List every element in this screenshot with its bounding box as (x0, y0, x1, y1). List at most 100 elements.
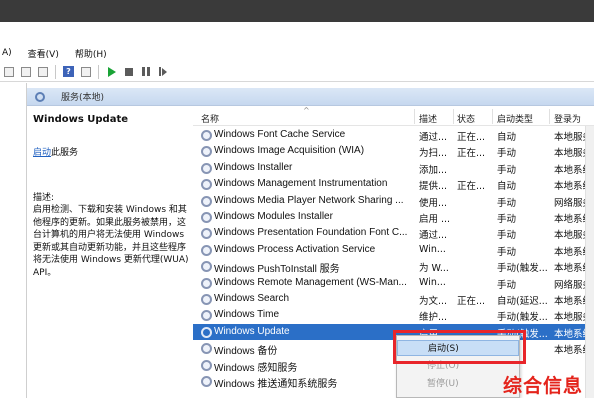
description-label: 描述: (33, 193, 55, 203)
sort-chevron-icon: ^ (303, 106, 310, 115)
window-titlebar (0, 0, 594, 22)
service-row[interactable]: Windows Time 维护... 手动(触发... 本地服务 (193, 307, 594, 323)
column-divider (414, 109, 415, 124)
service-name: Windows Process Activation Service (214, 243, 376, 255)
services-header-label: 服务(本地) (61, 93, 105, 103)
service-row[interactable]: Windows Modules Installer 启用 ... 手动 本地系统 (193, 209, 594, 225)
service-name: Windows Time (214, 309, 280, 321)
gear-icon (201, 179, 212, 191)
service-row[interactable]: Windows PushToInstall 服务为 W... 手动(触发... 本地… (193, 258, 594, 276)
service-description: 通过... (419, 132, 448, 143)
service-row[interactable]: Windows Process Activation Service Win...… (193, 242, 594, 258)
services-header: 服务(本地) (27, 88, 594, 106)
service-name: Windows 推送通知系统服务 (214, 379, 338, 390)
menu-view[interactable]: 查看(V) (28, 47, 59, 60)
start-service-line: 启动此服务 (33, 145, 193, 158)
service-name: Windows Update (214, 325, 290, 337)
gear-icon (201, 359, 212, 371)
restart-icon[interactable] (156, 65, 169, 78)
service-name: Windows Media Player Network Sharing ... (214, 194, 404, 206)
service-description: Win... (419, 243, 446, 255)
service-row[interactable]: Windows Remote Management (WS-Man... Win.… (193, 275, 594, 291)
column-name[interactable]: 名称 (201, 112, 219, 125)
start-icon[interactable] (105, 65, 118, 78)
column-description[interactable]: 描述 (419, 112, 437, 125)
service-row[interactable]: Windows Font Cache Service 通过... 正在... 自动 本地… (193, 127, 594, 143)
service-status: 正在... (457, 148, 486, 160)
column-logon-as[interactable]: 登录为 (554, 112, 581, 125)
service-name: Windows Font Cache Service (214, 129, 346, 140)
gear-icon (201, 146, 212, 158)
service-startup-type: 自动(延迟... (497, 296, 548, 307)
service-startup-type: 手动 (497, 164, 517, 176)
context-pause: 暂停(U) (427, 379, 459, 389)
console-tree-pane (0, 83, 27, 398)
service-name: Windows 感知服务 (214, 362, 298, 374)
service-name: Windows Management Instrumentation (214, 178, 388, 190)
gear-icon (201, 376, 212, 387)
forward-icon[interactable] (19, 65, 32, 78)
service-row[interactable]: Windows Management Instrumentation 提供... 正… (193, 176, 594, 192)
pause-icon[interactable] (139, 65, 152, 78)
service-name: Windows 备份 (214, 346, 278, 358)
properties-icon[interactable] (36, 65, 49, 78)
start-service-suffix: 此服务 (51, 148, 79, 158)
service-name: Windows Image Acquisition (WIA) (214, 145, 365, 157)
gear-icon (201, 212, 212, 223)
gear-icon (201, 195, 212, 207)
gear-icon (201, 277, 212, 289)
service-description: 通过... (419, 230, 448, 242)
service-startup-type: 手动(触发... (497, 263, 548, 275)
service-description: 添加... (419, 164, 448, 176)
service-name: Windows Remote Management (WS-Man... (214, 276, 407, 288)
service-startup-type: 手动 (497, 279, 517, 291)
toolbar-separator (55, 64, 56, 79)
service-row[interactable]: Windows Presentation Foundation Font C..… (193, 225, 594, 241)
service-startup-type: 手动 (497, 246, 517, 258)
gear-icon (201, 310, 212, 322)
gear-icon (201, 228, 212, 240)
gear-icon (201, 343, 212, 355)
service-description: 维护... (419, 312, 448, 324)
service-status: 正在... (457, 132, 486, 143)
service-description: Win... (419, 276, 446, 288)
service-name: Windows PushToInstall 服务 (214, 264, 340, 276)
menu-action[interactable]: A) (2, 48, 12, 58)
toolbar: ? (0, 62, 594, 82)
service-startup-type: 自动 (497, 132, 517, 143)
column-divider (549, 109, 550, 124)
menu-bar: A) 查看(V) 帮助(H) (0, 45, 594, 61)
vertical-scrollbar[interactable] (585, 126, 594, 398)
description-pane: Windows Update 启动此服务 描述: 启用检测、下载和安装 Wind… (27, 106, 193, 398)
highlight-box (393, 330, 526, 364)
column-divider (492, 109, 493, 124)
service-name: Windows Installer (214, 161, 293, 173)
service-startup-type: 自动 (497, 181, 517, 193)
service-row[interactable]: Windows Installer 添加... 手动 本地系统 (193, 160, 594, 176)
service-description: 为扫... (419, 148, 448, 160)
menu-help[interactable]: 帮助(H) (75, 47, 107, 60)
service-description: 启用 ... (419, 214, 451, 225)
gear-icon (201, 261, 212, 273)
column-startup-type[interactable]: 启动类型 (497, 112, 533, 125)
service-startup-type: 手动 (497, 214, 517, 225)
stop-icon[interactable] (122, 65, 135, 78)
back-icon[interactable] (2, 65, 15, 78)
column-status[interactable]: 状态 (457, 112, 475, 125)
start-service-link[interactable]: 启动 (33, 148, 51, 158)
console-icon[interactable] (79, 65, 92, 78)
service-row[interactable]: Windows Media Player Network Sharing ...… (193, 193, 594, 209)
service-row[interactable]: Windows Image Acquisition (WIA) 为扫... 正在..… (193, 143, 594, 159)
service-description: 提供... (419, 181, 448, 193)
service-name: Windows Modules Installer (214, 211, 333, 222)
service-title: Windows Update (33, 114, 129, 125)
gear-icon (201, 162, 212, 174)
help-icon[interactable]: ? (62, 65, 75, 78)
service-description: 使用... (419, 197, 448, 209)
gear-icon (201, 326, 212, 338)
service-name: Windows Presentation Foundation Font C..… (214, 227, 408, 239)
service-name: Windows Search (214, 293, 290, 304)
service-row[interactable]: Windows Search 为文... 正在... 自动(延迟... 本地系统 (193, 291, 594, 307)
gear-icon (201, 294, 212, 305)
gear-icon (201, 244, 212, 256)
